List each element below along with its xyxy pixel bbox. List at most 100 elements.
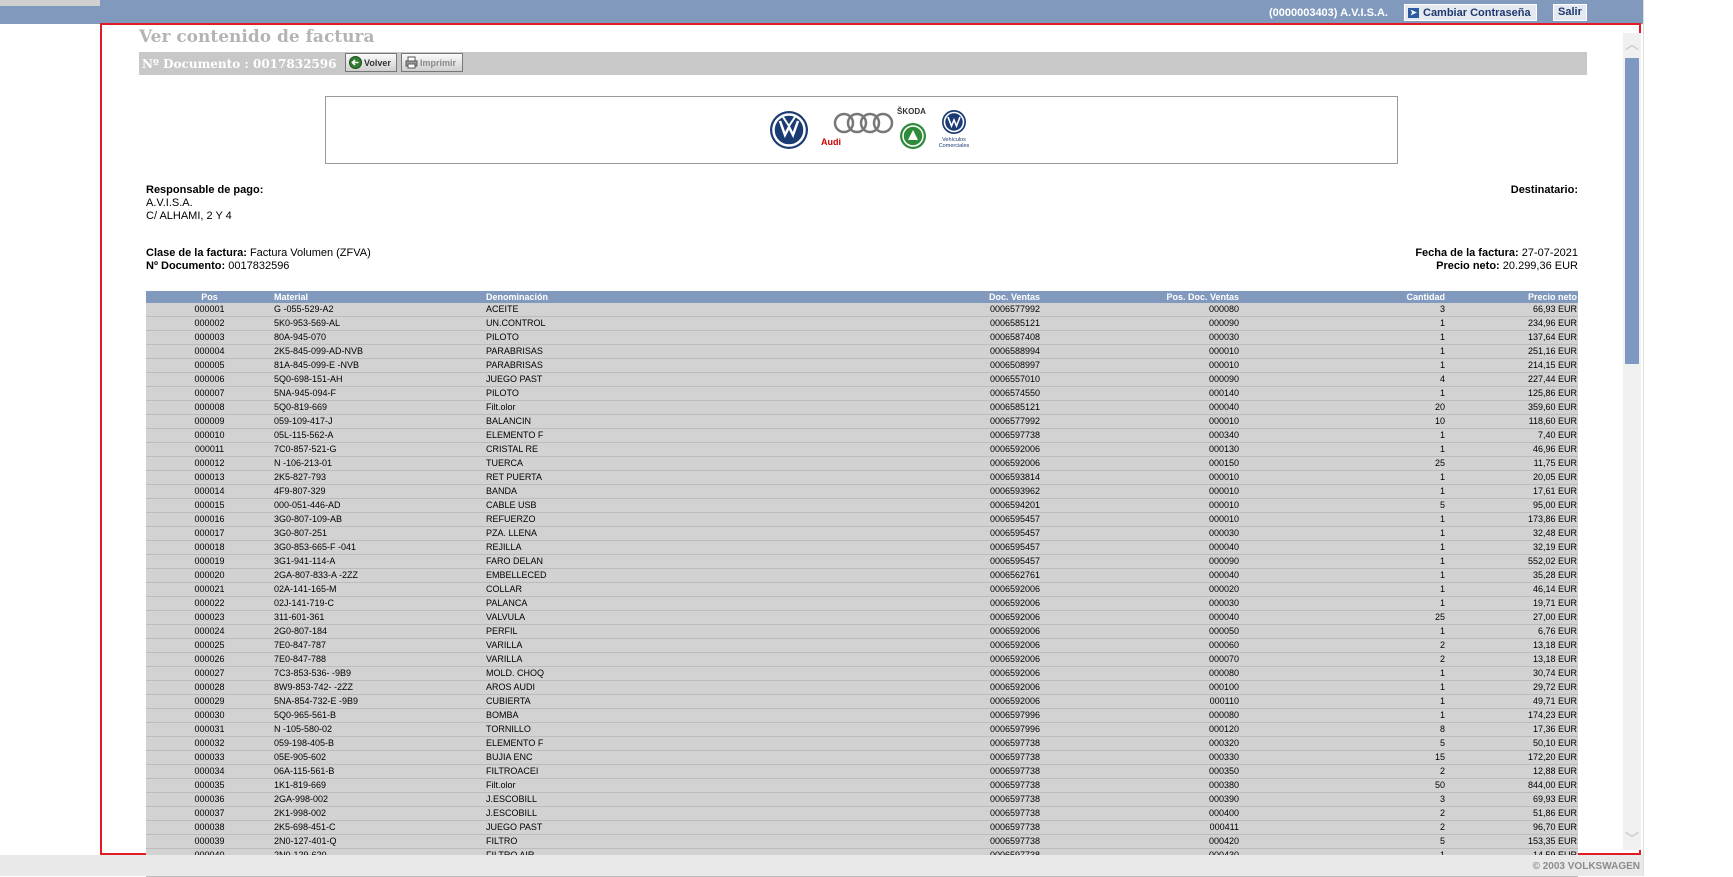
cell-material: 05E-905-602 xyxy=(273,750,485,765)
cell-description: J.ESCOBILL xyxy=(485,792,725,807)
cell-sales-doc-pos: 000010 xyxy=(1041,484,1240,499)
cell-description: J.ESCOBILL xyxy=(485,806,725,821)
cell-net-price: 20,05 EUR xyxy=(1446,470,1578,485)
cell-sales-doc: 0006577992 xyxy=(725,303,1041,317)
cell-description: RET PUERTA xyxy=(485,470,725,485)
cell-net-price: 6,76 EUR xyxy=(1446,624,1578,639)
cell-quantity: 1 xyxy=(1240,316,1446,331)
cell-sales-doc: 0006592006 xyxy=(725,596,1041,611)
cell-quantity: 1 xyxy=(1240,540,1446,555)
change-password-button[interactable]: ➤ Cambiar Contraseña xyxy=(1404,4,1537,21)
cell-description: PARABRISAS xyxy=(485,344,725,359)
cell-sales-doc: 0006557010 xyxy=(725,372,1041,387)
cell-sales-doc-pos: 000050 xyxy=(1041,624,1240,639)
cell-sales-doc: 0006597996 xyxy=(725,708,1041,723)
scrollbar-thumb[interactable] xyxy=(1625,58,1639,364)
cell-pos: 000033 xyxy=(146,750,273,765)
cell-description: ACEITE xyxy=(485,303,725,317)
cell-description: FILTROACEI xyxy=(485,764,725,779)
cell-sales-doc-pos: 000030 xyxy=(1041,596,1240,611)
table-row: 000028 8W9-853-742- -2ZZ AROS AUDI 00065920… xyxy=(146,680,1578,695)
cell-material: 2G0-807-184 xyxy=(273,624,485,639)
cell-sales-doc-pos: 000060 xyxy=(1041,638,1240,653)
invoice-net-price: Precio neto: 20.299,36 EUR xyxy=(1436,260,1578,272)
invoice-date: Fecha de la factura: 27-07-2021 xyxy=(1415,247,1578,259)
cell-description: PILOTO xyxy=(485,386,725,401)
cell-material: 06A-115-561-B xyxy=(273,764,485,779)
cell-net-price: 66,93 EUR xyxy=(1446,303,1578,317)
cell-description: PILOTO xyxy=(485,330,725,345)
table-row: 000016 3G0-807-109-AB REFUERZO 0006595457 00… xyxy=(146,512,1578,527)
top-bar: (0000003403) A.V.I.S.A. ➤ Cambiar Contra… xyxy=(0,0,1643,24)
cell-sales-doc: 0006562761 xyxy=(725,568,1041,583)
cell-quantity: 1 xyxy=(1240,386,1446,401)
print-button[interactable]: Imprimir xyxy=(401,53,463,72)
cell-material: 2GA-998-002 xyxy=(273,792,485,807)
document-number-header: Nº Documento : 0017832596 xyxy=(142,57,337,71)
cell-quantity: 5 xyxy=(1240,498,1446,513)
cell-description: FARO DELAN xyxy=(485,554,725,569)
cell-description: CABLE USB xyxy=(485,498,725,513)
cell-net-price: 172,20 EUR xyxy=(1446,750,1578,765)
cell-material: N -105-580-02 xyxy=(273,722,485,737)
cell-sales-doc: 0006597738 xyxy=(725,778,1041,793)
vertical-scrollbar[interactable]: ︿ ﹀ xyxy=(1623,33,1641,850)
table-row: 000034 06A-115-561-B FILTROACEI 0006597738 0… xyxy=(146,764,1578,779)
cell-pos: 000030 xyxy=(146,708,273,723)
cell-sales-doc: 0006593814 xyxy=(725,470,1041,485)
cell-net-price: 27,00 EUR xyxy=(1446,610,1578,625)
cell-sales-doc-pos: 000340 xyxy=(1041,428,1240,443)
cell-material: 81A-845-099-E -NVB xyxy=(273,358,485,373)
cell-sales-doc: 0006597738 xyxy=(725,764,1041,779)
cell-sales-doc-pos: 000010 xyxy=(1041,344,1240,359)
cell-material: 059-198-405-B xyxy=(273,736,485,751)
table-row: 000020 2GA-807-833-A -2ZZ EMBELLECED 000656… xyxy=(146,568,1578,583)
right-blank-pane xyxy=(1643,0,1733,876)
cell-quantity: 50 xyxy=(1240,778,1446,793)
cell-sales-doc-pos: 000120 xyxy=(1041,722,1240,737)
table-row: 000038 2K5-698-451-C JUEGO PAST 0006597738 0… xyxy=(146,820,1578,835)
cell-net-price: 153,35 EUR xyxy=(1446,834,1578,849)
back-button[interactable]: Volver xyxy=(345,53,397,72)
cell-sales-doc-pos: 000100 xyxy=(1041,680,1240,695)
cell-quantity: 10 xyxy=(1240,414,1446,429)
cell-description: PZA. LLENA xyxy=(485,526,725,541)
cell-pos: 000015 xyxy=(146,498,273,513)
table-row: 000012 N -106-213-01 TUERCA 0006592006 00015… xyxy=(146,456,1578,471)
cell-net-price: 844,00 EUR xyxy=(1446,778,1578,793)
cell-pos: 000018 xyxy=(146,540,273,555)
printer-icon xyxy=(405,56,418,69)
cell-description: JUEGO PAST xyxy=(485,372,725,387)
table-row: 000021 02A-141-165-M COLLAR 0006592006 00002… xyxy=(146,582,1578,597)
col-header-net-price: Precio neto xyxy=(1446,291,1578,303)
invoice-class-value: Factura Volumen (ZFVA) xyxy=(249,247,371,259)
cell-net-price: 214,15 EUR xyxy=(1446,358,1578,373)
logout-button[interactable]: Salir xyxy=(1553,4,1587,21)
cell-description: VALVULA xyxy=(485,610,725,625)
cell-net-price: 95,00 EUR xyxy=(1446,498,1578,513)
cell-quantity: 5 xyxy=(1240,834,1446,849)
cell-pos: 000005 xyxy=(146,358,273,373)
cell-net-price: 173,86 EUR xyxy=(1446,512,1578,527)
cell-material: 80A-945-070 xyxy=(273,330,485,345)
cell-description: CRISTAL RE xyxy=(485,442,725,457)
cell-sales-doc-pos: 000420 xyxy=(1041,834,1240,849)
cell-sales-doc: 0006585121 xyxy=(725,316,1041,331)
table-row: 000011 7C0-857-521-G CRISTAL RE 0006592006 0… xyxy=(146,442,1578,457)
invoice-docnum-label: Nº Documento: xyxy=(146,260,226,272)
cell-pos: 000002 xyxy=(146,316,273,331)
cell-material: 3G0-807-251 xyxy=(273,526,485,541)
cell-sales-doc: 0006585121 xyxy=(725,400,1041,415)
cell-pos: 000004 xyxy=(146,344,273,359)
scroll-down-icon[interactable]: ﹀ xyxy=(1625,832,1639,846)
cell-sales-doc-pos: 000040 xyxy=(1041,610,1240,625)
skoda-logo xyxy=(900,123,926,149)
cell-sales-doc: 0006597996 xyxy=(725,722,1041,737)
cell-net-price: 17,61 EUR xyxy=(1446,484,1578,499)
cell-net-price: 49,71 EUR xyxy=(1446,694,1578,709)
scroll-up-icon[interactable]: ︿ xyxy=(1625,37,1639,51)
cell-sales-doc: 0006597738 xyxy=(725,750,1041,765)
cell-quantity: 1 xyxy=(1240,344,1446,359)
cell-material: 02A-141-165-M xyxy=(273,582,485,597)
cell-quantity: 4 xyxy=(1240,372,1446,387)
